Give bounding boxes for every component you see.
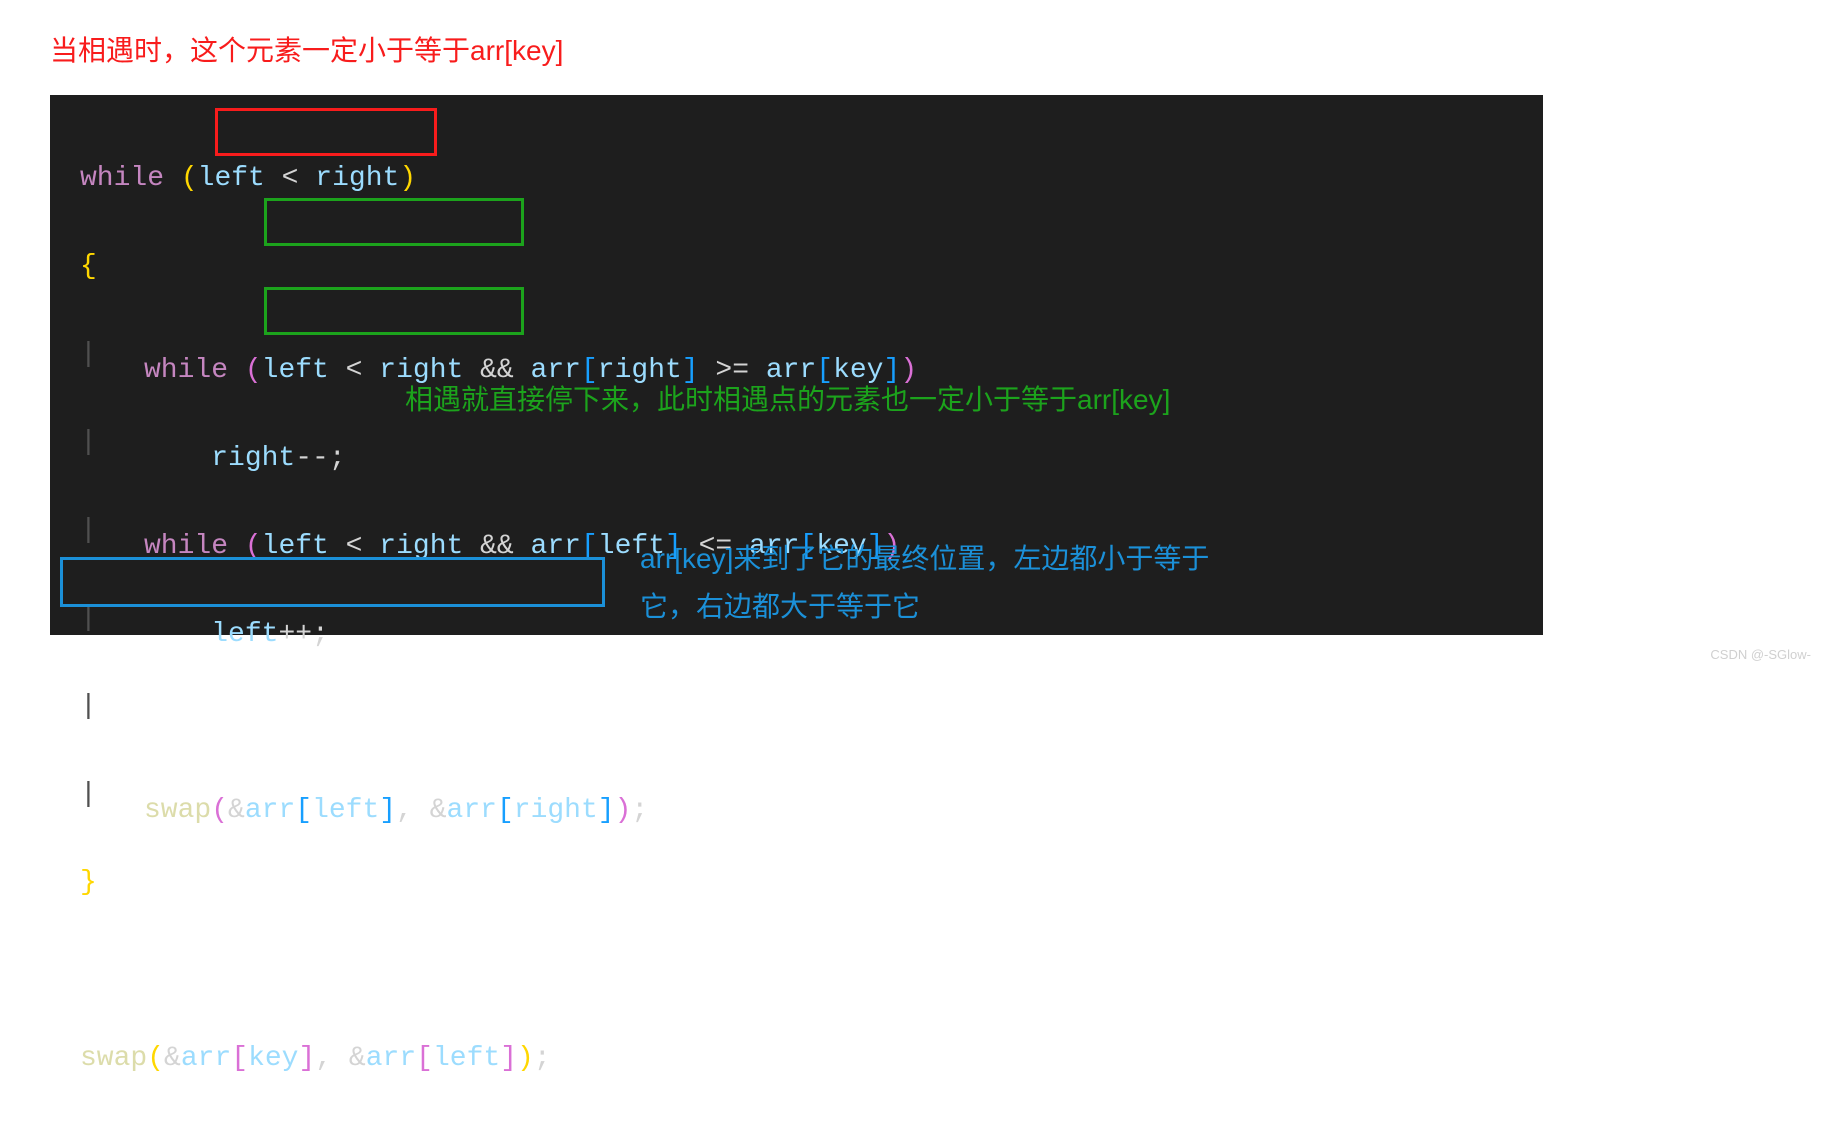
bracket-open: [: [231, 1043, 248, 1074]
op-lt: <: [346, 355, 363, 386]
paren-open: (: [147, 1043, 164, 1074]
bracket-close: ]: [299, 1043, 316, 1074]
annotation-blue-l1: arr[key]来到了它的最终位置，左边都小于等于: [640, 535, 1460, 583]
brace-close: }: [80, 867, 97, 898]
paren-close: ): [615, 795, 632, 826]
kw-while: while: [144, 531, 228, 562]
paren-open: (: [245, 355, 262, 386]
var-right: right: [379, 531, 463, 562]
annotation-green: 相遇就直接停下来，此时相遇点的元素也一定小于等于arr[key]: [405, 379, 1170, 421]
var-left: left: [211, 619, 278, 650]
annotation-blue-l2: 它，右边都大于等于它: [640, 583, 1460, 631]
paren-open: (: [211, 795, 228, 826]
paren-close: ): [399, 163, 416, 194]
kw-while: while: [144, 355, 228, 386]
annotation-blue: arr[key]来到了它的最终位置，左边都小于等于 它，右边都大于等于它: [640, 535, 1460, 630]
var-right: right: [514, 795, 598, 826]
bracket-open: [: [581, 531, 598, 562]
var-key: key: [248, 1043, 298, 1074]
op-amp: &: [164, 1043, 181, 1074]
watermark: CSDN @-SGlow-: [1710, 647, 1811, 662]
fn-swap: swap: [80, 1043, 147, 1074]
annotation-top: 当相遇时，这个元素一定小于等于arr[key]: [50, 30, 563, 72]
op-amp: &: [430, 795, 447, 826]
op-amp: &: [349, 1043, 366, 1074]
var-left: left: [262, 531, 329, 562]
var-left: left: [433, 1043, 500, 1074]
var-arr: arr: [181, 1043, 231, 1074]
brace-open: {: [80, 251, 97, 282]
comma: ,: [315, 1043, 349, 1074]
op-and: &&: [480, 531, 514, 562]
var-arr: arr: [447, 795, 497, 826]
bracket-close: ]: [598, 795, 615, 826]
var-right: right: [315, 163, 399, 194]
fn-swap: swap: [144, 795, 211, 826]
bracket-close: ]: [500, 1043, 517, 1074]
bracket-open: [: [416, 1043, 433, 1074]
bracket-open: [: [295, 795, 312, 826]
op-lt: <: [282, 163, 299, 194]
kw-while: while: [80, 163, 164, 194]
paren-close: ): [517, 1043, 534, 1074]
comma: ,: [396, 795, 430, 826]
op-dec: --;: [295, 443, 345, 474]
op-amp: &: [228, 795, 245, 826]
semicolon: ;: [631, 795, 648, 826]
var-arr: arr: [245, 795, 295, 826]
var-arr: arr: [531, 531, 581, 562]
bracket-open: [: [497, 795, 514, 826]
var-left: left: [312, 795, 379, 826]
var-left: left: [198, 163, 265, 194]
bracket-close: ]: [379, 795, 396, 826]
semicolon: ;: [534, 1043, 551, 1074]
op-lt: <: [346, 531, 363, 562]
var-left: left: [262, 355, 329, 386]
var-right: right: [211, 443, 295, 474]
paren-open: (: [245, 531, 262, 562]
var-arr: arr: [366, 1043, 416, 1074]
paren-open: (: [181, 163, 198, 194]
op-inc: ++;: [278, 619, 328, 650]
